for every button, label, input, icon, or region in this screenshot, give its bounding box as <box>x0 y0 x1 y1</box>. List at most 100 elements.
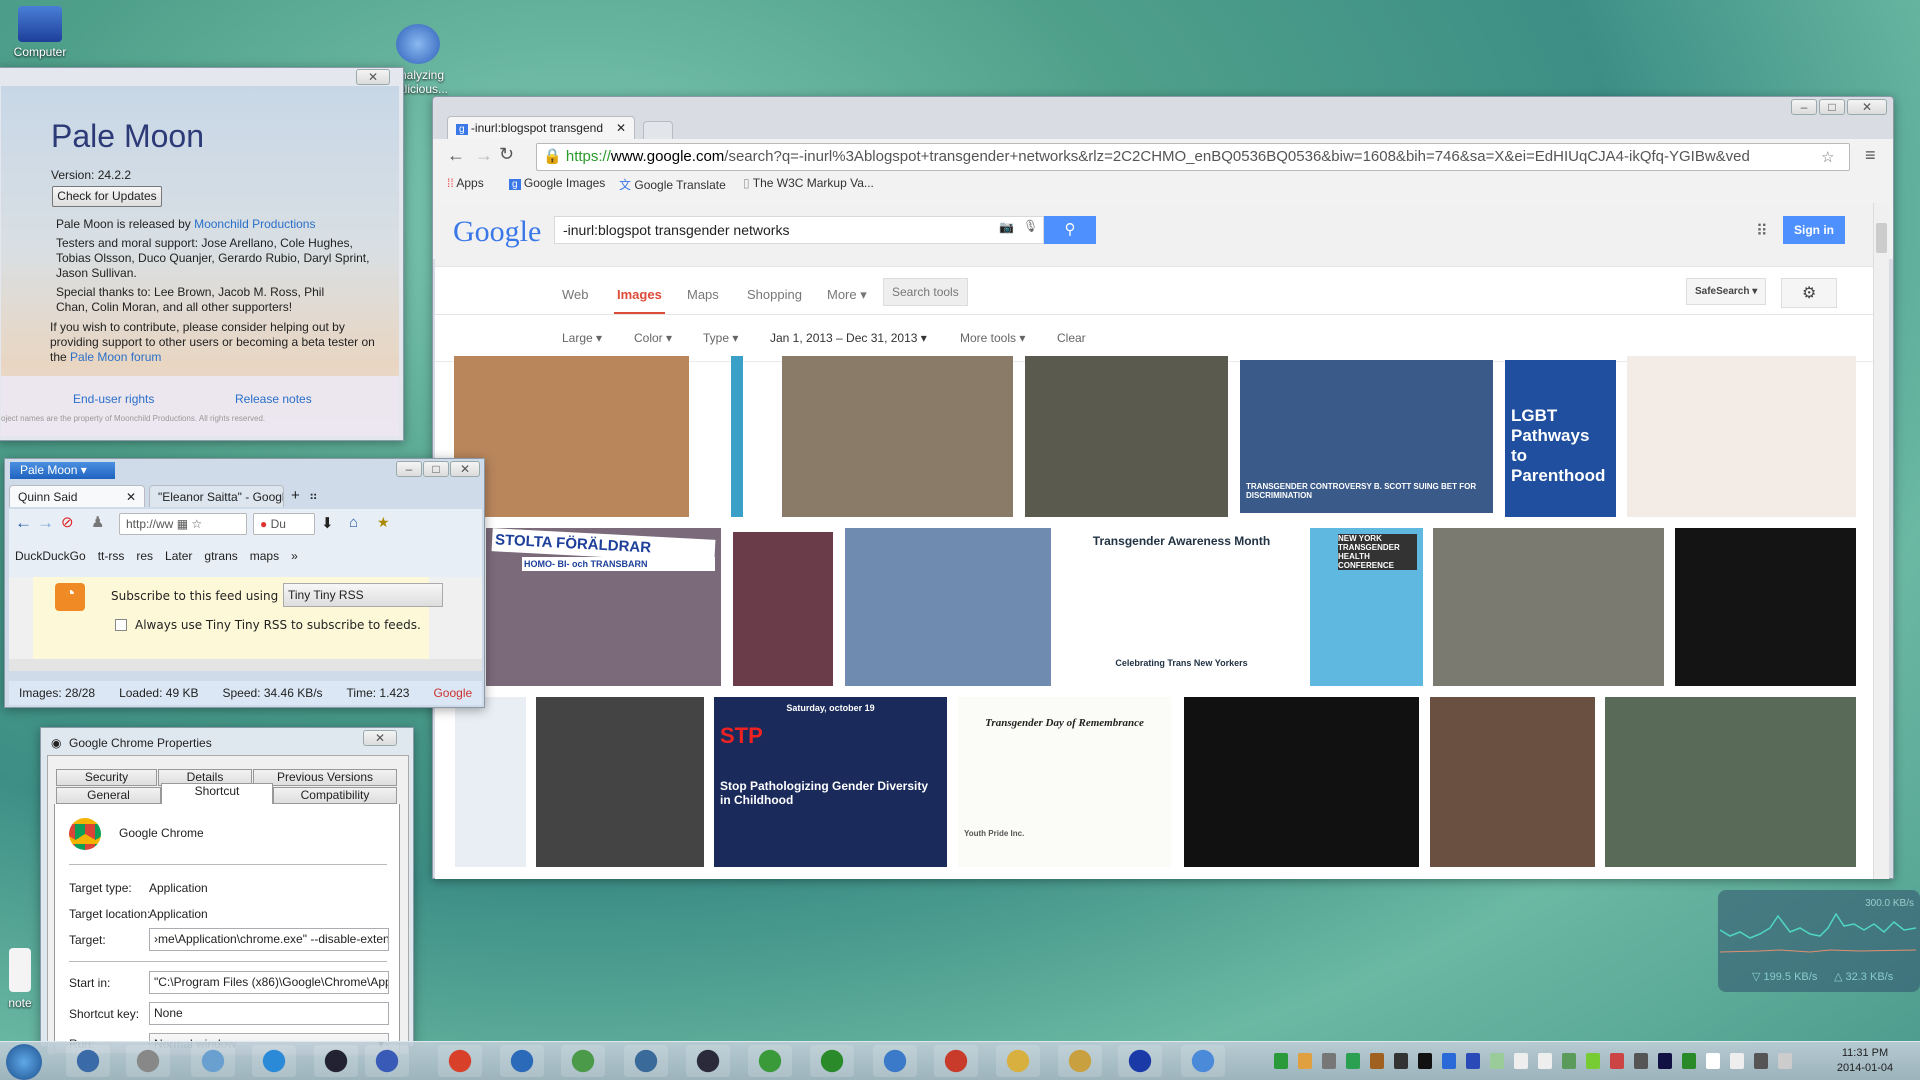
taskbar-app-icon[interactable] <box>686 1045 730 1077</box>
taskbar-app-icon[interactable] <box>314 1045 358 1077</box>
bookmark-google-translate[interactable]: 文 Google Translate <box>619 176 726 193</box>
tray-icon[interactable] <box>1370 1053 1384 1069</box>
bookmark-duckduckgo[interactable]: DuckDuckGo <box>15 549 86 563</box>
tray-icon[interactable] <box>1514 1053 1528 1069</box>
search-input[interactable]: -inurl:blogspot transgender networks <box>554 216 1044 244</box>
new-tab-icon[interactable]: + <box>291 487 300 504</box>
tdor-flyer[interactable]: Transgender Day of Remembrance Youth Prid… <box>958 697 1171 867</box>
taskbar-app-icon[interactable] <box>934 1045 978 1077</box>
tray-icon[interactable] <box>1466 1053 1480 1069</box>
new-tab-button[interactable] <box>643 121 673 139</box>
tab-previous-versions[interactable]: Previous Versions <box>253 769 397 786</box>
palemoon-menu-button[interactable]: Pale Moon ▾ <box>10 462 115 479</box>
more-bookmarks-icon[interactable]: » <box>291 549 298 563</box>
tray-icon[interactable] <box>1706 1053 1720 1069</box>
scrollbar-thumb[interactable] <box>1876 223 1887 253</box>
tab-close-icon[interactable]: ✕ <box>616 121 626 135</box>
back-icon[interactable]: ← <box>447 145 465 166</box>
camera-icon[interactable]: 📷 <box>999 220 1014 234</box>
photo-pride-parade[interactable]: STOLTA FÖRÄLDRAR HOMO- BI- och TRANSBARN <box>486 528 721 686</box>
tab-security[interactable]: Security <box>56 769 157 786</box>
tray-icon[interactable] <box>1490 1053 1504 1069</box>
taskbar-app-icon[interactable] <box>365 1045 409 1077</box>
sign-in-button[interactable]: Sign in <box>1783 216 1845 244</box>
tray-icon[interactable] <box>1322 1053 1336 1069</box>
photo-interview[interactable] <box>845 528 1051 686</box>
moonchild-link[interactable]: Moonchild Productions <box>194 217 315 231</box>
apps-grid-icon[interactable]: ⠿ <box>1756 221 1768 241</box>
page-scrollbar[interactable] <box>1873 203 1889 879</box>
desktop-icon-computer[interactable]: Computer <box>0 6 80 59</box>
tray-icon[interactable] <box>1682 1053 1696 1069</box>
safesearch-button[interactable]: SafeSearch ▾ <box>1686 278 1767 305</box>
tab-eleanor-saitta[interactable]: "Eleanor Saitta" - Google Blog... <box>149 485 284 507</box>
tray-icon[interactable] <box>1610 1053 1624 1069</box>
tool-more[interactable]: More tools ▾ <box>960 331 1025 345</box>
close-button[interactable]: ✕ <box>1847 99 1887 115</box>
taskbar-app-icon[interactable] <box>438 1045 482 1077</box>
target-field[interactable]: ›me\Application\chrome.exe" --disable-ex… <box>149 928 389 951</box>
taskbar-app-icon[interactable] <box>500 1045 544 1077</box>
reader-select[interactable]: Tiny Tiny RSS <box>283 583 443 607</box>
release-notes-link[interactable]: Release notes <box>235 392 312 406</box>
tray-icon[interactable] <box>1418 1053 1432 1069</box>
tray-icon[interactable] <box>1658 1053 1672 1069</box>
minimize-button[interactable]: – <box>1791 99 1817 115</box>
tray-icon[interactable] <box>1754 1053 1768 1069</box>
settings-gear-icon[interactable]: ⚙ <box>1781 278 1838 308</box>
home-icon[interactable]: ⌂ <box>349 514 358 531</box>
photo-candle[interactable] <box>1675 528 1856 686</box>
forum-link[interactable]: Pale Moon forum <box>70 350 161 364</box>
awareness-month-poster[interactable]: Transgender Awareness Month Celebrating T… <box>1062 528 1301 686</box>
photo-conference-room[interactable] <box>782 356 1013 517</box>
tray-icon[interactable] <box>1538 1053 1552 1069</box>
tab-list-icon[interactable]: ⠶ <box>309 489 318 503</box>
search-button[interactable]: ⚲ <box>1044 216 1096 244</box>
tray-icon[interactable] <box>1346 1053 1360 1069</box>
download-icon[interactable]: ⬇ <box>321 514 334 532</box>
tool-size[interactable]: Large ▾ <box>562 331 602 345</box>
taskbar-app-icon[interactable] <box>748 1045 792 1077</box>
nav-shopping[interactable]: Shopping <box>747 287 802 302</box>
tray-icon[interactable] <box>1274 1053 1288 1069</box>
bookmark-apps[interactable]: ⁞⁞ Apps <box>447 176 484 190</box>
taskbar-app-icon[interactable] <box>873 1045 917 1077</box>
bookmark-gtrans[interactable]: gtrans <box>204 549 237 563</box>
world-map-chart[interactable] <box>1627 356 1856 517</box>
maximize-button[interactable]: □ <box>1819 99 1845 115</box>
bookmark-star-icon[interactable]: ★ <box>377 514 390 531</box>
taskbar-app-icon[interactable] <box>624 1045 668 1077</box>
search-tools-button[interactable]: Search tools <box>883 278 968 306</box>
tool-date[interactable]: Jan 1, 2013 – Dec 31, 2013 ▾ <box>770 331 927 345</box>
extension-icon[interactable]: ♟ <box>91 513 104 531</box>
bookmark-later[interactable]: Later <box>165 549 192 563</box>
tab-general[interactable]: General <box>56 787 161 804</box>
forward-icon[interactable]: → <box>37 513 54 533</box>
photo-meeting-table[interactable] <box>1025 356 1228 517</box>
news-screenshot[interactable]: TRANSGENDER CONTROVERSY B. SCOTT SUING B… <box>1240 360 1493 513</box>
tab-quinn-said[interactable]: Quinn Said ✕ <box>9 485 145 507</box>
taskbar-app-icon[interactable] <box>561 1045 605 1077</box>
check-updates-button[interactable]: Check for Updates <box>52 186 162 207</box>
taskbar-app-icon[interactable] <box>66 1045 110 1077</box>
tray-icon[interactable] <box>1394 1053 1408 1069</box>
stp-poster[interactable]: Saturday, october 19 STP Stop Pathologizin… <box>714 697 947 867</box>
bookmark-tt-rss[interactable]: tt-rss <box>98 549 125 563</box>
clock[interactable]: 11:31 PM 2014-01-04 <box>1830 1046 1900 1076</box>
tray-icon[interactable] <box>1298 1053 1312 1069</box>
start-in-field[interactable]: "C:\Program Files (x86)\Google\Chrome\Ap… <box>149 971 389 994</box>
google-logo[interactable]: Google <box>453 215 541 249</box>
tab-compatibility[interactable]: Compatibility <box>273 787 397 804</box>
always-use-checkbox[interactable] <box>115 619 127 631</box>
taskbar-app-icon[interactable] <box>1058 1045 1102 1077</box>
horizontal-scrollbar[interactable] <box>9 659 482 671</box>
taskbar-app-icon[interactable] <box>126 1045 170 1077</box>
search-box[interactable]: ● Du <box>253 513 315 535</box>
tray-icon[interactable] <box>1730 1053 1744 1069</box>
photo-silhouette[interactable] <box>1184 697 1419 867</box>
tab-shortcut[interactable]: Shortcut <box>161 783 273 805</box>
shortcut-key-field[interactable]: None <box>149 1002 389 1025</box>
nav-images[interactable]: Images <box>614 287 665 314</box>
tray-icon[interactable] <box>1442 1053 1456 1069</box>
taskbar-app-icon[interactable] <box>252 1045 296 1077</box>
